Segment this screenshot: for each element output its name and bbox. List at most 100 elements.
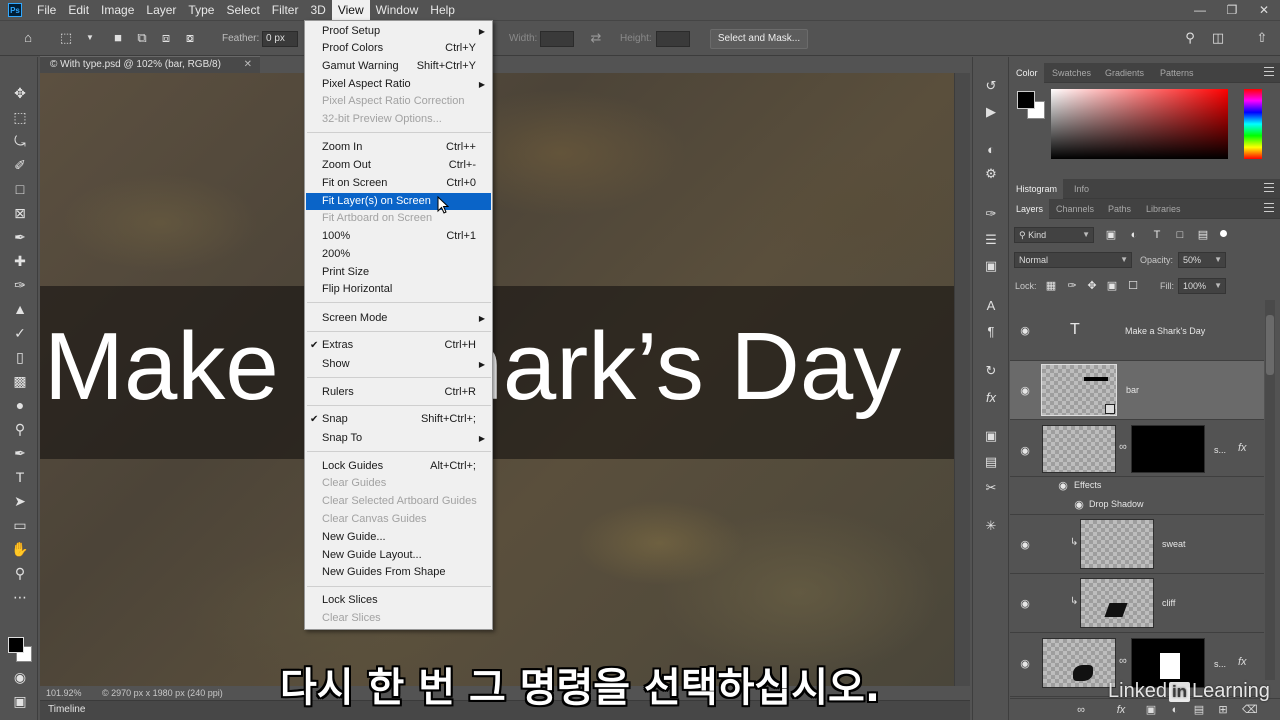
hand-tool-icon[interactable]: ✋ <box>10 539 30 559</box>
layer-mask-thumbnail[interactable] <box>1131 425 1205 473</box>
lock-artboard-icon[interactable]: ▣ <box>1105 279 1119 293</box>
type-tool-icon[interactable]: T <box>10 467 30 487</box>
new-layer-icon[interactable]: ⊞ <box>1216 703 1230 717</box>
panel-menu-icon[interactable] <box>1264 67 1274 76</box>
notes-icon[interactable]: ▤ <box>982 453 1000 471</box>
history-icon[interactable]: ↺ <box>982 77 1000 95</box>
filter-type-icon[interactable]: T <box>1150 228 1164 242</box>
history-brush-icon[interactable]: ✓ <box>10 323 30 343</box>
zoom-tool-icon[interactable]: ⚲ <box>10 563 30 583</box>
properties-icon[interactable]: ⚙ <box>982 165 1000 183</box>
layers-scrollbar-thumb[interactable] <box>1266 315 1274 375</box>
crop-tool-icon[interactable]: □ <box>10 179 30 199</box>
filter-adjustment-icon[interactable]: ◐ <box>1127 228 1141 242</box>
layer-fx-icon[interactable]: fx <box>1238 656 1247 668</box>
menu-type[interactable]: Type <box>182 0 220 20</box>
blur-tool-icon[interactable]: ● <box>10 395 30 415</box>
menu-item-lock-slices[interactable]: Lock Slices <box>306 592 491 609</box>
search-icon[interactable]: ⚲ <box>1182 30 1198 46</box>
menu-select[interactable]: Select <box>220 0 265 20</box>
lock-position-icon[interactable]: ✥ <box>1085 279 1099 293</box>
blend-mode-select[interactable]: Normal ▼ <box>1014 252 1132 268</box>
share-icon[interactable]: ⇧ <box>1254 30 1270 46</box>
new-selection-icon[interactable]: ■ <box>110 30 126 46</box>
tab-libraries[interactable]: Libraries <box>1140 199 1187 219</box>
menu-help[interactable]: Help <box>424 0 461 20</box>
brush-tool-icon[interactable]: ✑ <box>10 275 30 295</box>
layer-filter-kind[interactable]: ⚲ Kind ▼ <box>1014 227 1094 243</box>
clone-stamp-icon[interactable]: ▲ <box>10 299 30 319</box>
menu-item-zoom-out[interactable]: Zoom Out Ctrl+- <box>306 157 491 174</box>
menu-item-extras[interactable]: ✔ Extras Ctrl+H <box>306 337 491 354</box>
healing-brush-icon[interactable]: ✚ <box>10 251 30 271</box>
rectangle-tool-icon[interactable]: ▭ <box>10 515 30 535</box>
opacity-input[interactable]: 50% ▼ <box>1178 252 1226 268</box>
adjustments-icon[interactable]: ◐ <box>982 141 1000 159</box>
visibility-eye-icon[interactable]: ◉ <box>1018 386 1032 397</box>
layer-drop-shadow-row[interactable]: ◉ Drop Shadow <box>1010 495 1264 515</box>
brush-settings-icon[interactable]: ☰ <box>982 231 1000 249</box>
layer-row-cliff[interactable]: ◉ ↳ cliff <box>1010 574 1264 633</box>
move-tool-icon[interactable]: ✥ <box>10 83 30 103</box>
tab-patterns[interactable]: Patterns <box>1154 63 1200 83</box>
paragraph-icon[interactable]: ¶ <box>982 323 1000 341</box>
close-icon[interactable]: ✕ <box>1248 0 1280 20</box>
document-tab[interactable]: © With type.psd @ 102% (bar, RGB/8) ✕ <box>40 56 260 73</box>
menu-3d[interactable]: 3D <box>304 0 331 20</box>
tab-color[interactable]: Color <box>1010 63 1044 83</box>
layer-row-bar[interactable]: ◉ bar <box>1010 361 1264 420</box>
panel-menu-icon[interactable] <box>1264 203 1274 212</box>
fill-input[interactable]: 100% ▼ <box>1178 278 1226 294</box>
menu-view[interactable]: View <box>331 0 370 20</box>
restore-icon[interactable]: ❐ <box>1216 0 1248 20</box>
clone-source-icon[interactable]: ▣ <box>982 257 1000 275</box>
menu-item-print-size[interactable]: Print Size <box>306 264 491 281</box>
foreground-color-swatch[interactable] <box>8 637 24 653</box>
more-tools-icon[interactable]: ⋯ <box>10 587 30 607</box>
menu-item-new-guide-layout[interactable]: New Guide Layout... <box>306 547 491 564</box>
tab-paths[interactable]: Paths <box>1102 199 1137 219</box>
menu-item-flip-horizontal[interactable]: Flip Horizontal <box>306 281 491 298</box>
tab-info[interactable]: Info <box>1068 179 1095 199</box>
document-canvas[interactable]: Make a Shark’s Day <box>40 73 954 686</box>
menu-item-proof-colors[interactable]: Proof Colors Ctrl+Y <box>306 40 491 57</box>
eyedropper-icon[interactable]: ✒ <box>10 227 30 247</box>
menu-item-fit-on-screen[interactable]: Fit on Screen Ctrl+0 <box>306 175 491 192</box>
layer-row-type[interactable]: ◉ T Make a Shark's Day <box>1010 301 1264 361</box>
canvas-scrollbar[interactable] <box>954 73 970 686</box>
visibility-eye-icon[interactable]: ◉ <box>1018 599 1032 610</box>
menu-item-pixel-aspect-ratio[interactable]: Pixel Aspect Ratio ▶ <box>306 76 491 93</box>
menu-item-show[interactable]: Show ▶ <box>306 356 491 373</box>
chevron-down-icon[interactable]: ▼ <box>82 30 98 46</box>
menu-image[interactable]: Image <box>95 0 140 20</box>
menu-window[interactable]: Window <box>370 0 425 20</box>
menu-edit[interactable]: Edit <box>62 0 95 20</box>
filter-pixel-icon[interactable]: ▣ <box>1104 228 1118 242</box>
foreground-background-swatch[interactable] <box>8 637 34 663</box>
filter-smart-object-icon[interactable]: ▤ <box>1196 228 1210 242</box>
layer-row-sweat[interactable]: ◉ ↳ sweat <box>1010 515 1264 574</box>
home-icon[interactable]: ⌂ <box>20 30 36 46</box>
quick-selection-icon[interactable]: ✐ <box>10 155 30 175</box>
3d-icon[interactable]: ✳ <box>982 517 1000 535</box>
mask-link-icon[interactable]: ∞ <box>1119 441 1127 453</box>
add-selection-icon[interactable]: ⧉ <box>134 30 150 46</box>
visibility-eye-icon[interactable]: ◉ <box>1018 446 1032 457</box>
select-and-mask-button[interactable]: Select and Mask... <box>710 29 808 49</box>
menu-item-snap[interactable]: ✔ Snap Shift+Ctrl+; <box>306 411 491 428</box>
frame-tool-icon[interactable]: ⊠ <box>10 203 30 223</box>
filter-toggle-icon[interactable] <box>1220 230 1227 237</box>
tab-swatches[interactable]: Swatches <box>1046 63 1097 83</box>
new-group-icon[interactable]: ▤ <box>1192 703 1206 717</box>
menu-layer[interactable]: Layer <box>140 0 182 20</box>
menu-item-zoom-in[interactable]: Zoom In Ctrl++ <box>306 139 491 156</box>
lasso-tool-icon[interactable]: ⤿ <box>10 131 30 151</box>
layer-effects-row[interactable]: ◉ Effects <box>1010 477 1264 495</box>
minimize-icon[interactable]: — <box>1184 0 1216 20</box>
dodge-tool-icon[interactable]: ⚲ <box>10 419 30 439</box>
visibility-eye-icon[interactable]: ◉ <box>1056 481 1070 492</box>
visibility-eye-icon[interactable]: ◉ <box>1018 540 1032 551</box>
menu-item-200[interactable]: 200% <box>306 246 491 263</box>
layer-fx-icon[interactable]: fx <box>1238 442 1247 454</box>
menu-item-fit-layers-on-screen[interactable]: Fit Layer(s) on Screen <box>306 193 491 210</box>
